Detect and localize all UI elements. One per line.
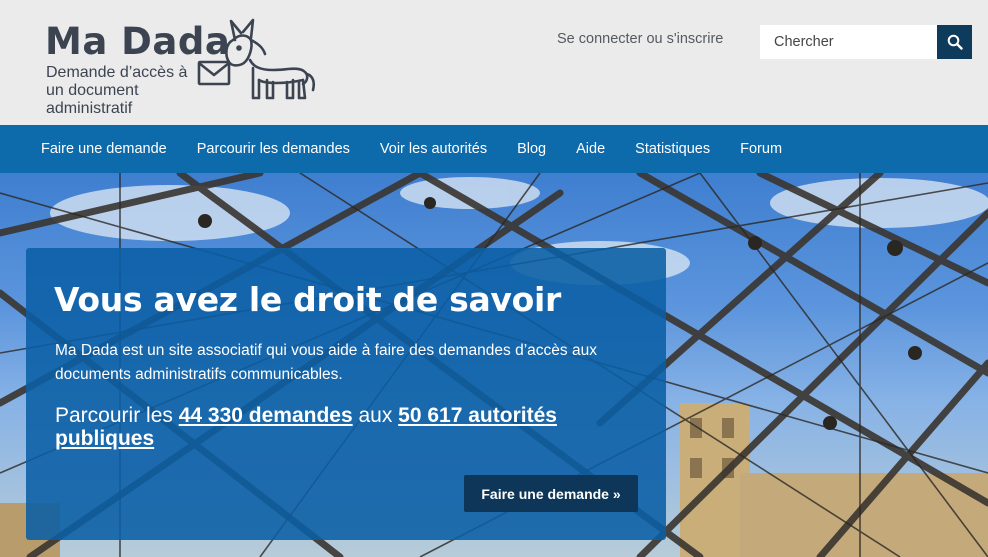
nav-item-voir-les-autorites[interactable]: Voir les autorités <box>365 125 502 173</box>
hero-stats: Parcourir les 44 330 demandes aux 50 617… <box>55 404 635 450</box>
search-button[interactable] <box>937 25 972 59</box>
main-nav: Faire une demande Parcourir les demandes… <box>0 125 988 173</box>
site-header: Ma Dada Demande d’accès à un document ad… <box>0 0 988 125</box>
hero-description: Ma Dada est un site associatif qui vous … <box>55 342 597 383</box>
nav-item-statistiques[interactable]: Statistiques <box>620 125 725 173</box>
hero-title: Vous avez le droit de savoir <box>54 280 561 319</box>
search-input[interactable] <box>760 25 937 59</box>
stats-prefix: Parcourir les <box>55 404 179 427</box>
make-request-button[interactable]: Faire une demande » <box>464 475 638 512</box>
site-logo[interactable]: Ma Dada Demande d’accès à un document ad… <box>45 18 325 117</box>
hero-section: Vous avez le droit de savoir Ma Dada est… <box>0 173 988 557</box>
nav-item-parcourir-les-demandes[interactable]: Parcourir les demandes <box>182 125 365 173</box>
login-link[interactable]: Se connecter ou s'inscrire <box>557 31 723 47</box>
nav-item-aide[interactable]: Aide <box>561 125 620 173</box>
search-icon <box>947 34 963 50</box>
nav-item-faire-une-demande[interactable]: Faire une demande <box>26 125 182 173</box>
nav-item-forum[interactable]: Forum <box>725 125 797 173</box>
nav-item-blog[interactable]: Blog <box>502 125 561 173</box>
requests-count-link[interactable]: 44 330 demandes <box>179 404 353 427</box>
donkey-logo-icon <box>197 18 316 100</box>
stats-middle: aux <box>352 404 399 427</box>
search-form <box>760 25 972 59</box>
site-tagline: Demande d’accès à un document administra… <box>46 64 188 117</box>
hero-panel: Vous avez le droit de savoir Ma Dada est… <box>26 248 666 540</box>
